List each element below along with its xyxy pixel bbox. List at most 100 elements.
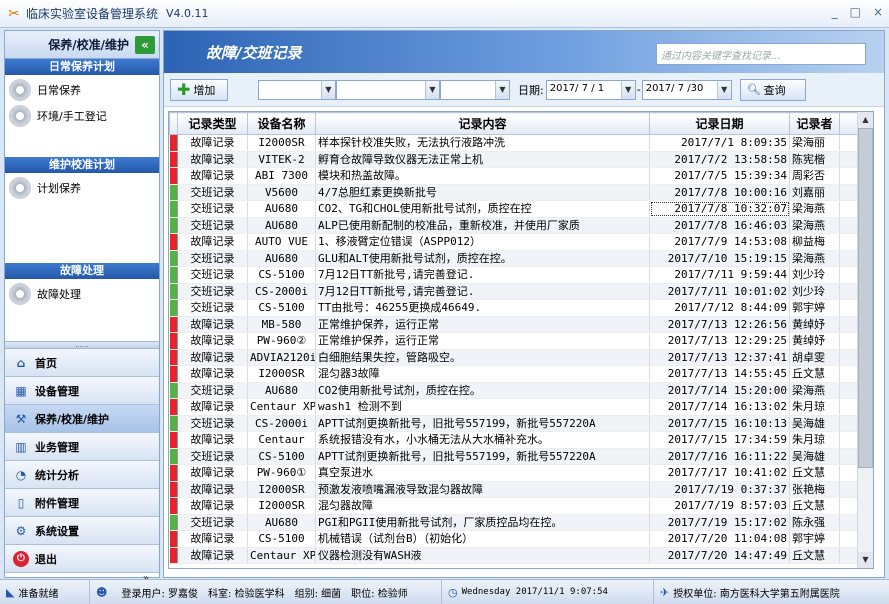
table-row[interactable]: 交班记录 CS-2000i 7月12日TT新批号,请完善登记. 2017/7/11 1… <box>169 283 873 300</box>
sidebar-item-label: 日常保养 <box>37 84 81 97</box>
table-row[interactable]: 交班记录 AU680 CO2、TG和CHOL使用新批号试剂，质控在控 2017/7/8… <box>169 200 873 218</box>
scroll-thumb[interactable] <box>858 128 873 468</box>
nav-maintenance[interactable]: ⚒ 保养/校准/维护 <box>5 405 159 433</box>
cell-type: 故障记录 <box>177 497 248 515</box>
cell-date: 2017/7/10 15:19:15 <box>649 250 790 267</box>
nav-exit[interactable]: ⏻ 退出 <box>5 545 159 573</box>
page-title: 故障/交班记录 <box>206 43 302 62</box>
recorder-filter-select[interactable]: ▼ <box>440 79 510 100</box>
table-row[interactable]: 故障记录 AUTO VUE 1、移液臂定位错误（ASPP012） 2017/7/9 1… <box>169 233 873 251</box>
cell-device: MB-580 <box>247 316 316 333</box>
sidebar-item-environment-log[interactable]: . 环境/手工登记 <box>5 103 159 129</box>
table-row[interactable]: 故障记录 Centaur XP 仪器检测没有WASH液 2017/7/20 14:47… <box>169 547 873 564</box>
table-row[interactable]: 故障记录 PW-960① 真空泵进水 2017/7/17 10:41:02 丘文慧 <box>169 464 873 482</box>
plus-icon: ✚ <box>177 79 191 99</box>
sidebar-item-fault-handling[interactable]: . 故障处理 <box>5 281 159 307</box>
status-datetime: ◷ Wednesday 2017/11/1 9:07:54 <box>442 580 654 604</box>
nav-label: 统计分析 <box>35 468 79 482</box>
main-header: 故障/交班记录 通过内容关键字查找记录... <box>164 31 884 73</box>
col-header-by[interactable]: 记录者 <box>789 112 840 135</box>
close-button[interactable]: × <box>873 5 883 19</box>
table-row[interactable]: 交班记录 AU680 GLU和ALT使用新批号试剂，质控在控。 2017/7/10 1… <box>169 250 873 267</box>
table-row[interactable]: 交班记录 AU680 CO2使用新批号试剂，质控在控。 2017/7/14 15:20… <box>169 382 873 399</box>
sidebar-item-daily-maintenance[interactable]: . 日常保养 <box>5 77 159 103</box>
nav-label: 业务管理 <box>35 440 79 454</box>
col-header-device[interactable]: 设备名称 <box>247 112 316 135</box>
table-row[interactable]: 交班记录 CS-2000i APTT试剂更换新批号，旧批号557199，新批号557… <box>169 415 873 432</box>
cell-device: PW-960② <box>247 332 316 350</box>
table-row[interactable]: 故障记录 MB-580 正常维护保养，运行正常 2017/7/13 12:26:56 黄… <box>169 316 873 333</box>
table-row[interactable]: 故障记录 ABI 7300 模块和热盖故障。 2017/7/5 15:39:34 周彩否 <box>169 167 873 185</box>
device-filter-select[interactable]: ▼ <box>336 79 440 100</box>
collapse-sidebar-button[interactable]: « <box>135 35 155 54</box>
sidebar-item-planned-maintenance[interactable]: . 计划保养 <box>5 175 159 201</box>
nav-system-settings[interactable]: ⚙ 系统设置 <box>5 517 159 545</box>
row-type-indicator <box>169 200 178 218</box>
status-ready: ◣ 准备就绪 <box>0 580 90 604</box>
cell-device: AUTO VUE <box>247 233 316 251</box>
table-row[interactable]: 故障记录 I2000SR 混匀器故障 2017/7/19 8:57:03 丘文慧 <box>169 497 873 515</box>
app-title: 临床实验室设备管理系统 <box>26 7 159 21</box>
type-filter-select[interactable]: ▼ <box>258 79 336 100</box>
user-icon: ☻ <box>96 585 108 599</box>
row-type-indicator <box>169 448 178 465</box>
app-version: V4.0.11 <box>166 7 209 20</box>
nav-business-management[interactable]: ▥ 业务管理 <box>5 433 159 461</box>
cell-date: 2017/7/1 8:09:35 <box>649 134 790 152</box>
table-row[interactable]: 故障记录 I2000SR 样本探针校准失败，无法执行液路冲洗 2017/7/1 8:0… <box>169 134 873 152</box>
query-button[interactable]: 🔍︎ 查询 <box>739 78 806 101</box>
table-row[interactable]: 故障记录 I2000SR 混匀器3故障 2017/7/13 14:55:45 丘文慧 <box>169 365 873 383</box>
col-header-type[interactable]: 记录类型 <box>177 112 248 135</box>
table-row[interactable]: 故障记录 Centaur XP wash1 检测不到 2017/7/14 16:13:… <box>169 398 873 416</box>
table-row[interactable]: 故障记录 ADVIA2120i 白细胞结果失控，管路吸空。 2017/7/13 12:… <box>169 349 873 366</box>
row-type-indicator <box>169 266 178 284</box>
col-header-date[interactable]: 记录日期 <box>649 112 790 135</box>
gear-icon: . <box>9 177 31 199</box>
row-type-indicator <box>169 134 178 152</box>
nav-attachments[interactable]: ▯ 附件管理 <box>5 489 159 517</box>
cell-device: CS-2000i <box>247 283 316 300</box>
date-to-picker[interactable]: 2017/ 7 /30 ▼ <box>641 79 732 100</box>
add-record-button[interactable]: ✚ 增加 <box>170 78 228 101</box>
cell-by: 郭宇婷 <box>789 530 840 548</box>
scroll-down-icon[interactable]: ▼ <box>858 552 873 568</box>
cell-by: 梁海燕 <box>789 217 840 234</box>
cell-content: PGI和PGII使用新批号试剂，厂家质控品均在控。 <box>315 514 650 531</box>
sidebar-splitter[interactable]: ...... <box>5 341 159 349</box>
col-header-content[interactable]: 记录内容 <box>315 112 650 135</box>
cell-content: CO2使用新批号试剂，质控在控。 <box>315 382 650 399</box>
table-row[interactable]: 交班记录 AU680 PGI和PGII使用新批号试剂，厂家质控品均在控。 2017/7… <box>169 514 873 531</box>
row-type-indicator <box>169 431 178 449</box>
row-type-indicator <box>169 250 178 267</box>
minimize-button[interactable]: _ <box>832 5 838 19</box>
vertical-scrollbar[interactable]: ▲ ▼ <box>857 112 873 568</box>
row-type-indicator <box>169 497 178 515</box>
status-group: 组别: 细菌 <box>294 588 342 600</box>
table-row[interactable]: 交班记录 CS-5100 7月12日TT新批号,请完善登记. 2017/7/11 9:… <box>169 266 873 284</box>
scroll-up-icon[interactable]: ▲ <box>858 112 873 128</box>
table-row[interactable]: 交班记录 CS-5100 TT由批号：46255更换成46649. 2017/7/12… <box>169 299 873 317</box>
cell-by: 梁海丽 <box>789 134 840 152</box>
table-row[interactable]: 故障记录 VITEK-2 孵育仓故障导致仪器无法正常上机 2017/7/2 13:58… <box>169 151 873 168</box>
table-row[interactable]: 交班记录 V5600 4/7总胆红素更换新批号 2017/7/8 10:00:16 刘嘉… <box>169 184 873 201</box>
chevron-down-icon: ▼ <box>716 80 731 99</box>
chevron-down-icon: ▼ <box>425 80 439 99</box>
content-search-input[interactable]: 通过内容关键字查找记录... <box>656 43 866 65</box>
cell-date: 2017/7/19 0:37:37 <box>649 481 790 498</box>
table-row[interactable]: 交班记录 AU680 ALP已使用新配制的校准品，重新校准，并使用厂家质 2017/7… <box>169 217 873 234</box>
date-from-picker[interactable]: 2017/ 7 / 1 ▼ <box>545 79 636 100</box>
table-row[interactable]: 故障记录 CS-5100 机械错误（试剂台B）（初始化） 2017/7/20 11:0… <box>169 530 873 548</box>
row-type-indicator <box>169 299 178 317</box>
table-row[interactable]: 交班记录 CS-5100 APTT试剂更换新批号，旧批号557199，新批号5572… <box>169 448 873 465</box>
maximize-button[interactable]: □ <box>850 5 861 19</box>
table-row[interactable]: 故障记录 Centaur 系统报错没有水，小水桶无法从大水桶补充水。 2017/7/1… <box>169 431 873 449</box>
table-row[interactable]: 故障记录 I2000SR 预激发液喷嘴漏液导致混匀器故障 2017/7/19 0:37… <box>169 481 873 498</box>
cell-content: wash1 检测不到 <box>315 398 650 416</box>
nav-home[interactable]: ⌂ 首页 <box>5 349 159 377</box>
nav-statistics[interactable]: ◔ 统计分析 <box>5 461 159 489</box>
cell-device: CS-2000i <box>247 415 316 432</box>
nav-device-management[interactable]: ▦ 设备管理 <box>5 377 159 405</box>
cell-by: 柳益梅 <box>789 233 840 251</box>
indicator-header <box>169 112 178 135</box>
table-row[interactable]: 故障记录 PW-960② 正常维护保养，运行正常 2017/7/13 12:29:25… <box>169 332 873 350</box>
